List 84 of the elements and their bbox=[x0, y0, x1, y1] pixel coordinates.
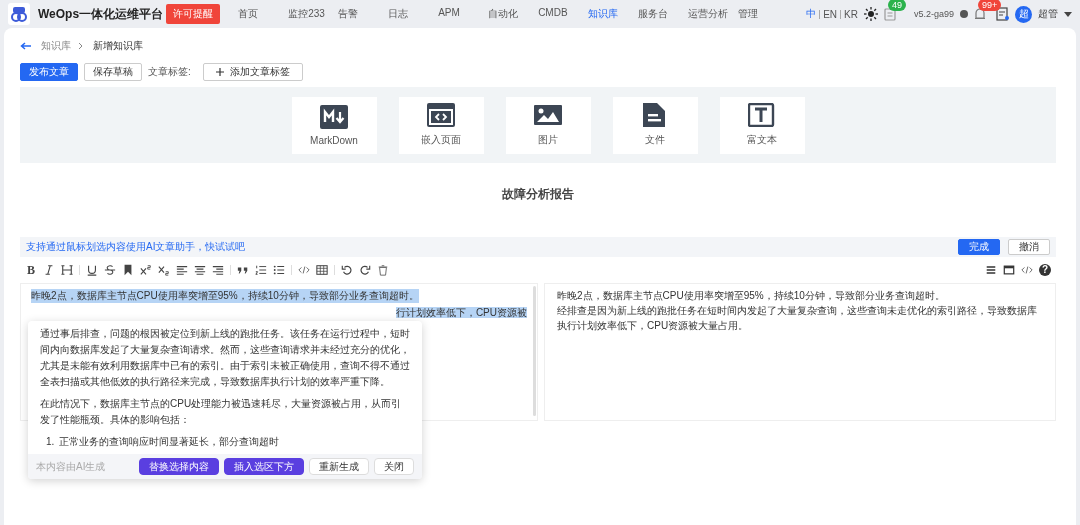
language-option[interactable]: 中 bbox=[806, 7, 817, 21]
add-tag-button[interactable]: 添加文章标签 bbox=[202, 63, 303, 81]
type-card[interactable]: 富文本 bbox=[719, 96, 805, 154]
nav-item[interactable]: 自动化 bbox=[484, 7, 535, 21]
brand-name: WeOps一体化运维平台 bbox=[38, 5, 164, 23]
bullet-list-icon[interactable] bbox=[273, 264, 285, 276]
article-title: 故障分析报告 bbox=[501, 186, 575, 203]
bookmark-icon[interactable] bbox=[122, 264, 134, 276]
user-avatar[interactable]: 超 bbox=[1015, 5, 1032, 23]
cancel-button[interactable]: 撤消 bbox=[1008, 239, 1050, 255]
popup-button[interactable]: 重新生成 bbox=[309, 458, 369, 475]
count-badge: 99+ bbox=[978, 0, 1002, 11]
trash-icon[interactable] bbox=[377, 264, 389, 276]
chevron-icon bbox=[78, 42, 83, 50]
tags-label: 文章标签: bbox=[148, 65, 191, 79]
numbered-list-icon[interactable] bbox=[255, 264, 267, 276]
window-icon[interactable] bbox=[1003, 264, 1015, 276]
user-name[interactable]: 超管 bbox=[1038, 7, 1058, 21]
undo-icon[interactable] bbox=[341, 264, 353, 276]
nav-item[interactable]: 运营分析 bbox=[684, 7, 735, 21]
preview-text: 昨晚2点，数据库主节点CPU使用率突增至95%，持续10分钟，导致部分业务查询超时。 bbox=[557, 289, 946, 303]
superscript-icon[interactable] bbox=[140, 264, 152, 276]
nav-item[interactable]: 监控233 bbox=[284, 7, 335, 21]
clipboard-icon[interactable] bbox=[883, 7, 896, 21]
bold-button[interactable]: B bbox=[25, 263, 37, 277]
nav-item[interactable]: 知识库 bbox=[584, 7, 635, 21]
list-marker: 1. bbox=[46, 435, 55, 449]
nav-item[interactable]: 首页 bbox=[234, 7, 285, 21]
nav-item[interactable]: 服务台 bbox=[634, 7, 685, 21]
save-draft-button[interactable]: 保存草稿 bbox=[84, 63, 142, 81]
ai-paragraph: 在此情况下，数据库主节点的CPU处理能力被迅速耗尽，大量资源被占用，从而引发了性能瓶颈。具体的影响包括： bbox=[40, 397, 403, 427]
hint-text: 支持通过鼠标划选内容使用AI文章助手，快试试吧 bbox=[26, 240, 246, 254]
code-icon[interactable] bbox=[298, 264, 310, 276]
selected-text: 行计划效率低下，CPU资源被 bbox=[395, 307, 527, 318]
redo-icon[interactable] bbox=[359, 264, 371, 276]
heading-icon[interactable] bbox=[61, 264, 73, 276]
type-card[interactable]: MarkDown bbox=[291, 96, 377, 154]
selected-text: 昨晚2点，数据库主节点CPU使用率突增至95%，持续10分钟，导致部分业务查询超时。 bbox=[31, 289, 419, 303]
popup-button[interactable]: 关闭 bbox=[374, 458, 414, 475]
popup-button[interactable]: 插入选区下方 bbox=[224, 458, 304, 475]
list-item: 正常业务的查询响应时间显著延长，部分查询超时 bbox=[59, 435, 280, 449]
type-card[interactable]: 图片 bbox=[505, 96, 591, 154]
back-arrow-icon[interactable] bbox=[20, 42, 31, 50]
language-option[interactable]: EN bbox=[823, 8, 838, 20]
markdown-icon bbox=[320, 104, 348, 129]
quote-icon[interactable] bbox=[237, 264, 249, 276]
done-button[interactable]: 完成 bbox=[958, 239, 1000, 255]
type-card[interactable]: 嵌入页面 bbox=[398, 96, 484, 154]
publish-button[interactable]: 发布文章 bbox=[20, 63, 78, 81]
menu-icon[interactable] bbox=[985, 264, 997, 276]
license-badge[interactable]: 许可提醒 bbox=[166, 4, 221, 24]
breadcrumb-item[interactable]: 知识库 bbox=[41, 39, 71, 53]
align-center-icon[interactable] bbox=[194, 264, 206, 276]
image-icon bbox=[534, 103, 562, 127]
code-window-icon bbox=[427, 103, 455, 127]
version-label: v5.2-ga99 bbox=[913, 9, 954, 19]
align-right-icon[interactable] bbox=[212, 264, 224, 276]
italic-icon[interactable] bbox=[43, 264, 55, 276]
preview-text: 经排查是因为新上线的跑批任务在短时间内发起了大量复杂查询，这些查询未走优化的索引路径，导致数据库执行计划效率低下，CPU资源被大量占用。 bbox=[557, 304, 1038, 333]
plus-icon bbox=[215, 68, 224, 76]
underline-icon[interactable] bbox=[86, 264, 98, 276]
nav-item[interactable]: APM bbox=[434, 7, 485, 21]
bell-icon[interactable] bbox=[974, 7, 986, 21]
text-box-icon bbox=[748, 103, 776, 127]
sun-icon[interactable] bbox=[863, 7, 878, 21]
ai-paragraph: 通过事后排查，问题的根因被定位到新上线的跑批任务。该任务在运行过程中，短时间内向数据库发起了大量复杂查询请求。然而，这些查询请求并未经过充分的优化，尤其是未能有效利用数据库中已有的索引。由于索引未被正确使用，查询不得不通过全表扫描或其他低效的执行路径来完成，导致数据库执行计划的效率严重下降。 bbox=[40, 327, 410, 389]
nav-item[interactable]: 告警 bbox=[334, 7, 385, 21]
type-card[interactable]: 文件 bbox=[612, 96, 698, 154]
nav-item[interactable]: CMDB bbox=[534, 7, 585, 21]
align-left-icon[interactable] bbox=[176, 264, 188, 276]
language-option[interactable]: KR bbox=[844, 8, 858, 20]
subscript-icon[interactable] bbox=[158, 264, 170, 276]
document-icon[interactable] bbox=[996, 7, 1009, 21]
caret-icon[interactable] bbox=[1064, 11, 1072, 17]
ai-note: 本内容由AI生成 bbox=[36, 459, 106, 474]
breadcrumb-item: 新增知识库 bbox=[93, 39, 143, 53]
code-icon[interactable] bbox=[1021, 264, 1033, 276]
popup-button[interactable]: 替换选择内容 bbox=[139, 458, 219, 475]
help-button[interactable]: ? bbox=[1039, 264, 1051, 276]
strikethrough-icon[interactable] bbox=[104, 264, 116, 276]
nav-item[interactable]: 管理 bbox=[734, 7, 785, 21]
nav-item[interactable]: 日志 bbox=[384, 7, 435, 21]
table-icon[interactable] bbox=[316, 264, 328, 276]
count-badge: 49 bbox=[887, 0, 906, 11]
